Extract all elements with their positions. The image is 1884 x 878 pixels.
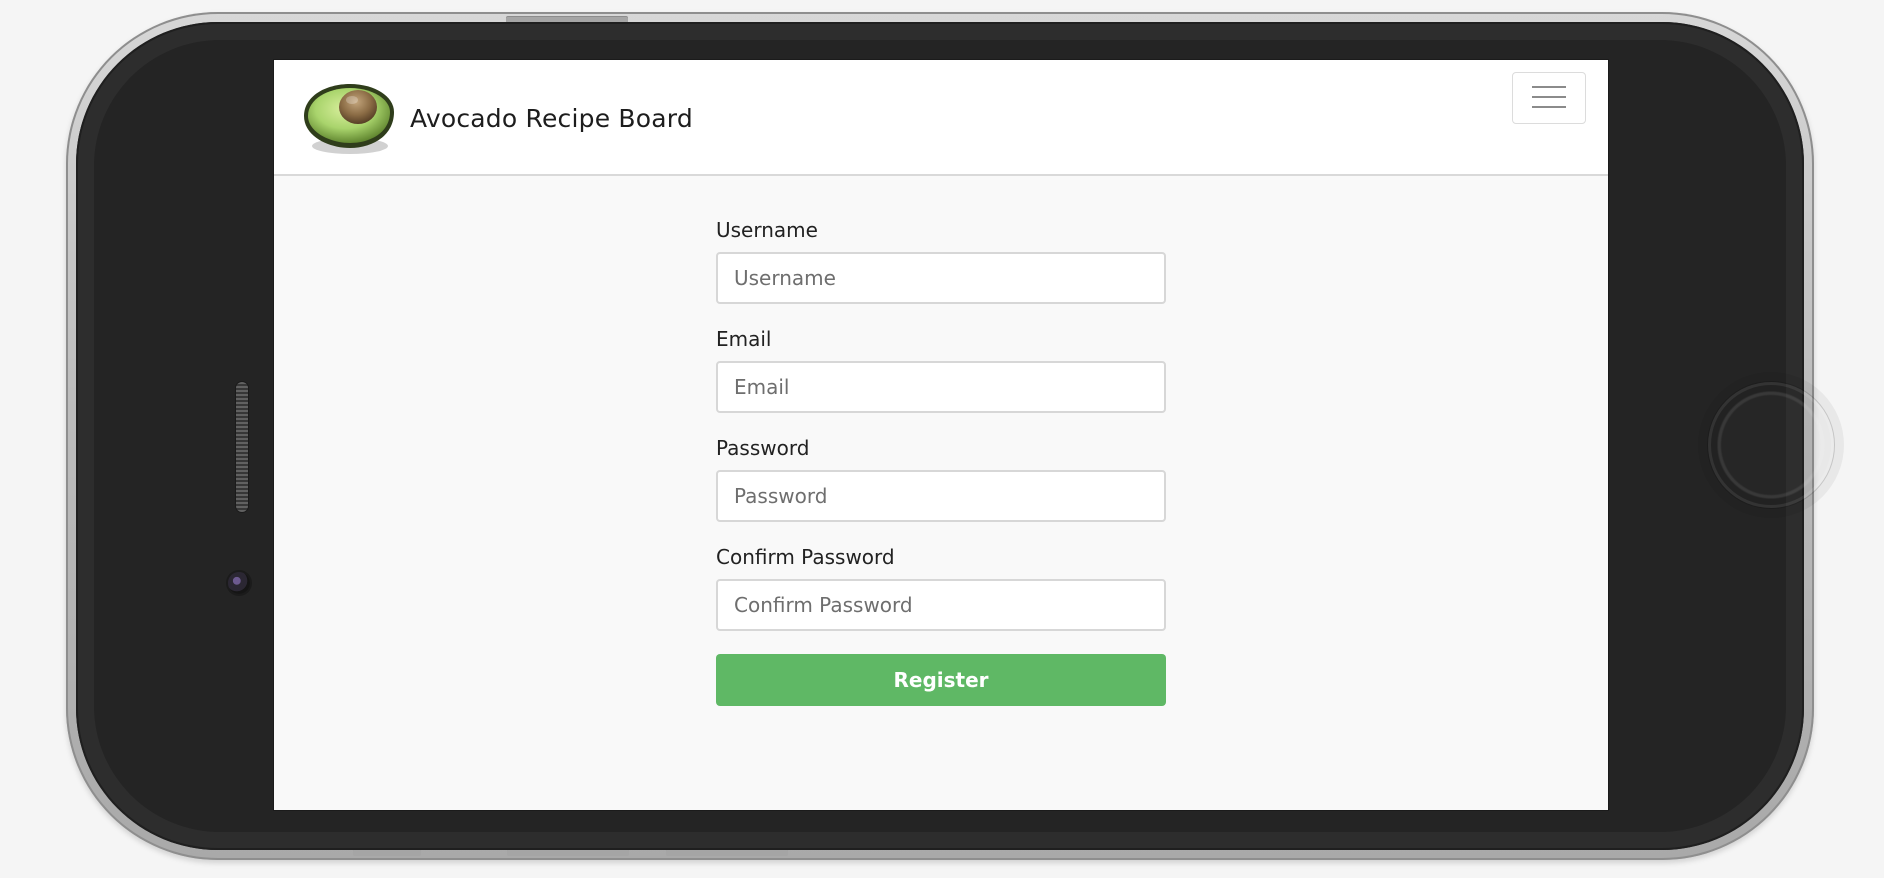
menu-toggle-button[interactable] — [1512, 72, 1586, 124]
email-input[interactable] — [716, 361, 1166, 413]
form-group-password: Password — [716, 436, 1166, 522]
avocado-icon — [298, 78, 396, 158]
main-content: Username Email Password Confirm Password… — [274, 176, 1608, 810]
navbar: Avocado Recipe Board — [274, 60, 1608, 176]
username-input[interactable] — [716, 252, 1166, 304]
brand[interactable]: Avocado Recipe Board — [298, 78, 693, 158]
form-group-confirm-password: Confirm Password — [716, 545, 1166, 631]
phone-camera — [228, 572, 250, 594]
home-button[interactable] — [1708, 382, 1834, 508]
brand-title: Avocado Recipe Board — [410, 103, 693, 133]
email-label: Email — [716, 327, 772, 351]
phone-speaker — [236, 382, 248, 512]
password-label: Password — [716, 436, 810, 460]
confirm-password-input[interactable] — [716, 579, 1166, 631]
register-button[interactable]: Register — [716, 654, 1166, 706]
form-group-username: Username — [716, 218, 1166, 304]
hamburger-menu-icon — [1532, 85, 1566, 112]
app-screen: Avocado Recipe Board Username Email — [274, 60, 1608, 810]
username-label: Username — [716, 218, 818, 242]
registration-form: Username Email Password Confirm Password… — [716, 218, 1166, 706]
form-group-email: Email — [716, 327, 1166, 413]
password-input[interactable] — [716, 470, 1166, 522]
confirm-password-label: Confirm Password — [716, 545, 895, 569]
